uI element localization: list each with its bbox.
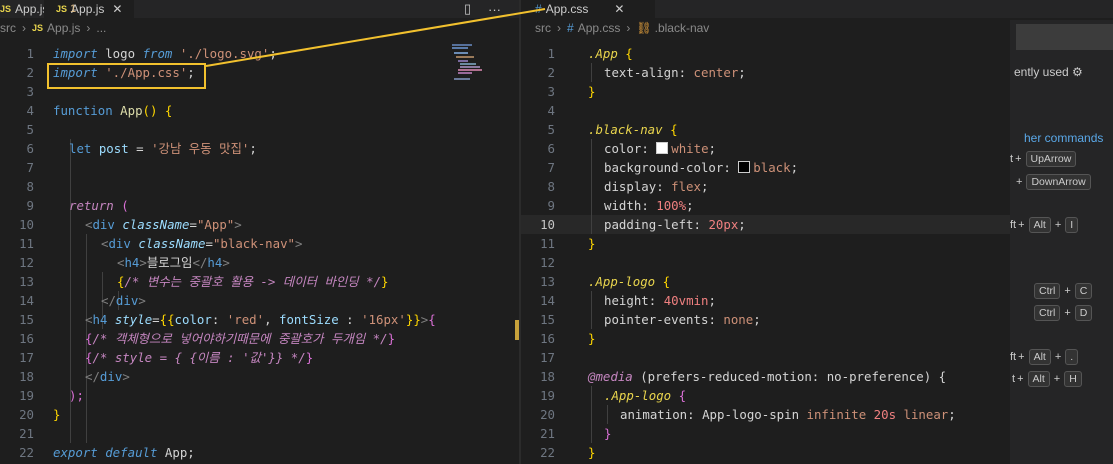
code-line-17: {/* style = { {이름 : '값'}} */} [85,350,314,365]
chevron-right-icon: › [626,21,631,35]
code-line-11: <div className="black-nav"> [101,236,303,251]
close-icon[interactable]: ✕ [112,2,122,16]
line-number: 7 [26,160,34,175]
keybinding-row[interactable]: Ctrl + D [1032,305,1094,321]
breadcrumb-src[interactable]: src [0,21,16,35]
code-line-18: </div> [85,369,130,384]
more-actions-button[interactable]: ··· [488,0,501,18]
tab-app-css[interactable]: # App.css ✕ [521,0,655,18]
gear-icon[interactable]: ⚙ [1072,65,1083,79]
code-line-12: <h4>블로그임</h4> [117,255,230,270]
line-number: 4 [547,103,555,118]
line-number: 8 [26,179,34,194]
breadcrumb-file[interactable]: App.js [47,21,80,35]
annotation-highlight-box [47,63,206,89]
keybinding-row[interactable]: t + Alt + H [1012,371,1084,387]
other-commands-label: her commands [1024,131,1104,145]
modified-badge: 1 [70,3,77,15]
more-icon: ··· [488,1,501,17]
command-palette-input[interactable] [1016,24,1113,50]
breadcrumb: src › JS App.js › ... [0,18,519,38]
code-line-19: ); [69,388,84,403]
left-tab-bar: JS App.js JS App.js ✕ 1 ▯ ··· [0,0,519,18]
tab-app-js-active[interactable]: JS App.js ✕ [44,0,134,18]
code-line-14: </div> [101,293,146,308]
breadcrumb-src[interactable]: src [535,21,551,35]
code-line-1: import logo from './logo.svg'; [53,46,277,61]
breadcrumb-symbol[interactable]: ... [96,21,106,35]
js-file-icon: JS [56,4,68,14]
js-file-icon: JS [0,4,12,14]
code-line-15: <h4 style={{color: 'red', fontSize : '16… [85,312,436,327]
breadcrumb-file[interactable]: App.css [578,21,621,35]
line-number: 12 [540,255,555,270]
chevron-right-icon: › [557,21,561,35]
code-line-9: return ( [69,198,129,213]
minimap[interactable] [452,44,500,94]
line-number: 3 [26,84,34,99]
code-line-22: export default App; [53,445,195,460]
keybinding-row[interactable]: ft + Alt +. [1010,349,1080,365]
line-number: 5 [26,122,34,137]
tab-label: App.css [545,2,589,16]
split-editor-button[interactable]: ▯ [464,0,471,18]
close-icon[interactable]: ✕ [614,2,624,16]
css-file-icon: # [567,21,574,35]
command-palette-overlay: ently used ⚙ her commands t + UpArrow + Dow… [1010,20,1113,464]
code-line-13: {/* 변수는 중괄호 활용 -> 데이터 바인딩 */} [117,274,389,289]
chevron-right-icon: › [86,21,91,35]
tab-modified-count: 1 [70,0,80,18]
recently-used-label: ently used ⚙ [1014,65,1083,79]
line-number: 17 [540,350,555,365]
color-swatch-white[interactable] [656,142,669,154]
code-line-6: let post = '강남 우동 맛집'; [69,141,257,156]
tab-app-js-inactive[interactable]: JS App.js [0,0,48,18]
keybinding-row[interactable]: ft + Alt + I [1010,217,1080,233]
code-line-20: } [53,407,61,422]
js-file-icon: JS [32,23,44,33]
right-tab-bar: # App.css ✕ [521,0,1113,18]
chevron-right-icon: › [22,21,26,35]
code-line-4: function App() { [53,103,173,118]
breadcrumb-symbol[interactable]: .black-nav [655,21,710,35]
keybinding-row[interactable]: Ctrl + C [1032,283,1094,299]
split-editor-icon: ▯ [464,1,472,16]
code-line-10: <div className="App"> [85,217,242,232]
code-line-16: {/* 객체형으로 넣어야하기때문에 중괄호가 두개임 */} [85,331,396,346]
css-file-icon: # [535,2,542,16]
keybinding-row[interactable]: + DownArrow [1014,174,1093,190]
keybinding-row[interactable]: t + UpArrow [1010,151,1078,167]
color-swatch-black[interactable] [738,161,751,173]
symbol-class-icon: ⛓ [636,21,652,35]
line-number: 21 [19,426,34,441]
